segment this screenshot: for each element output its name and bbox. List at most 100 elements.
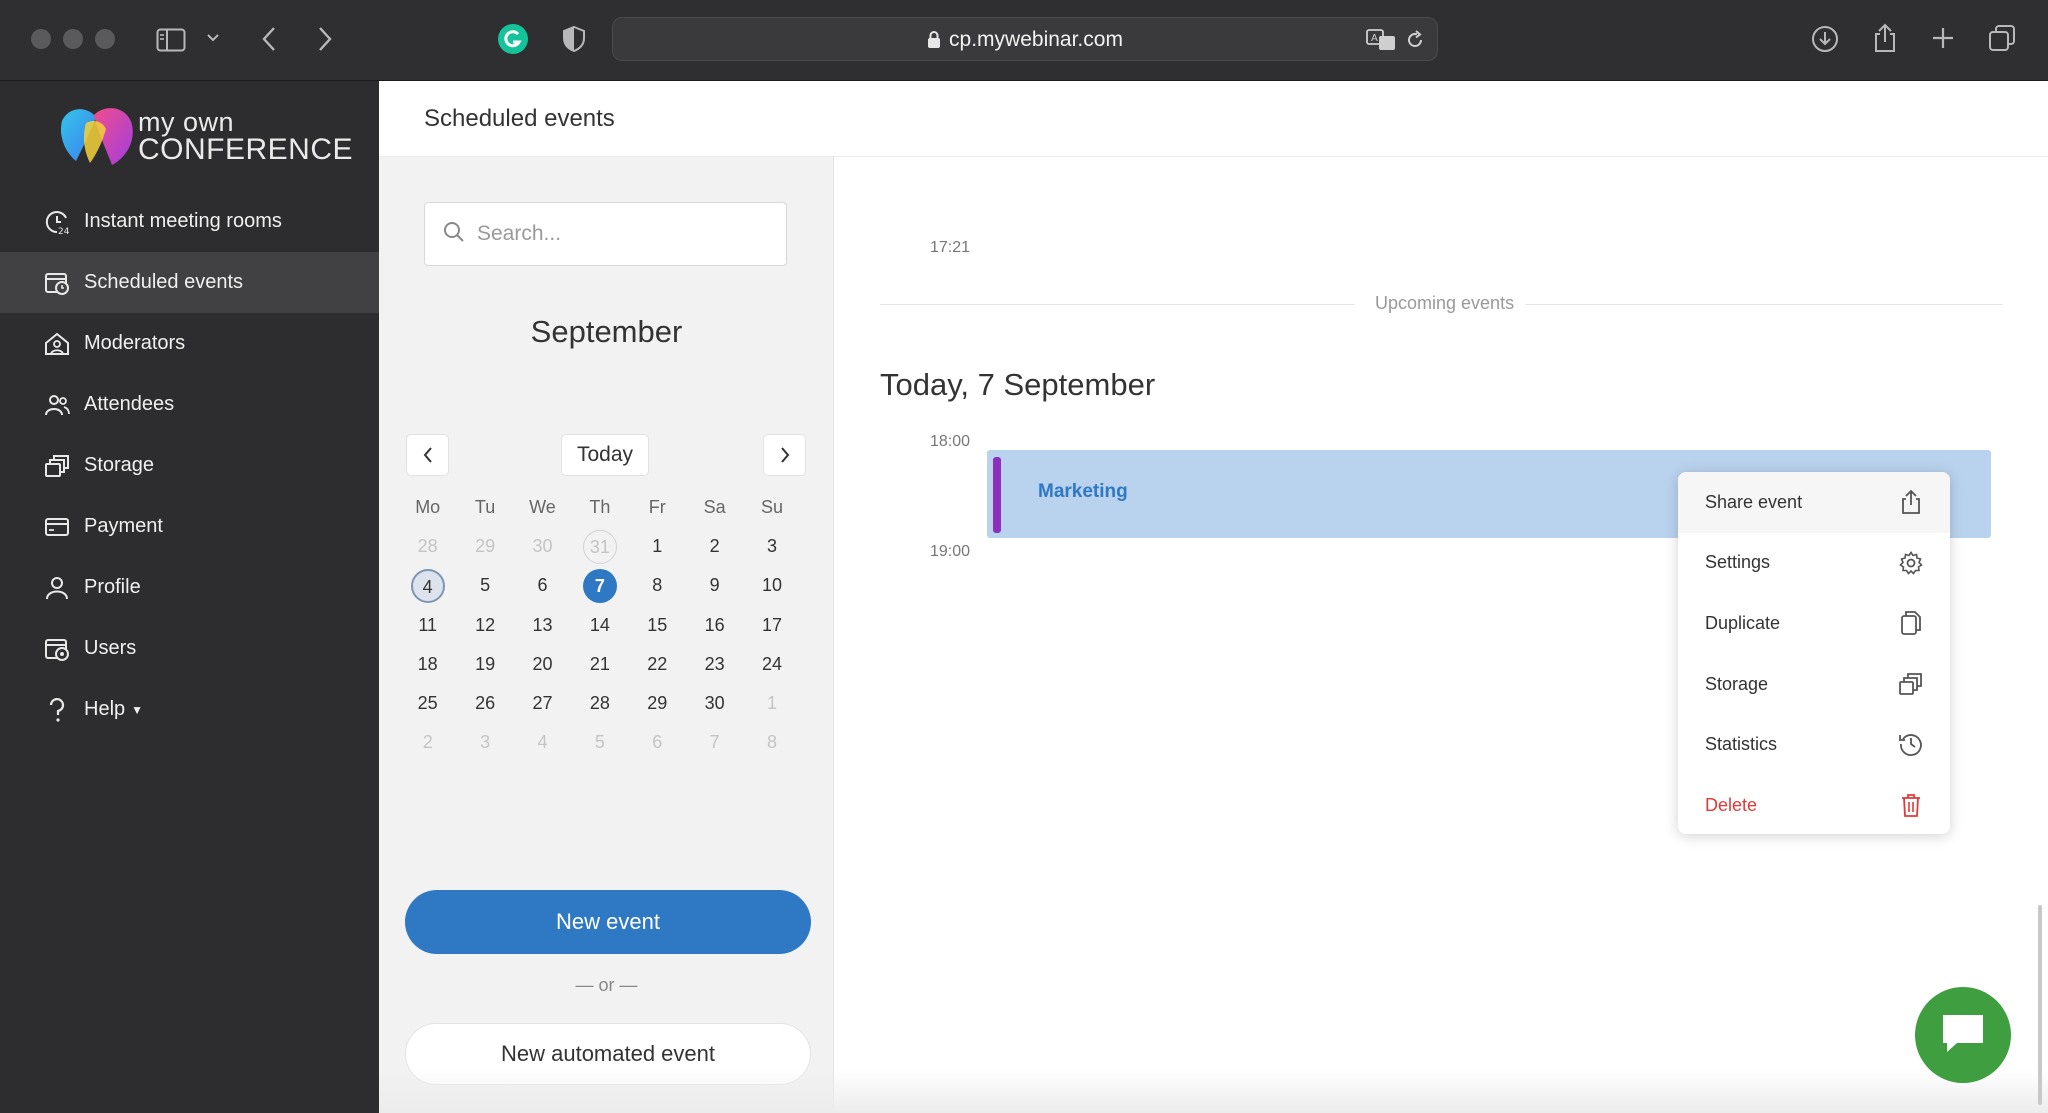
shield-icon[interactable] <box>561 24 587 54</box>
calendar-day[interactable]: 29 <box>629 687 686 719</box>
sidebar-toggle-icon[interactable] <box>155 24 187 56</box>
calendar-day[interactable]: 29 <box>456 530 513 562</box>
calendar-day[interactable]: 28 <box>571 687 628 719</box>
weekday-label: Sa <box>703 496 726 517</box>
calendar-day[interactable]: 27 <box>514 687 571 719</box>
or-separator: — or — <box>575 975 638 995</box>
calendar-day[interactable]: 3 <box>456 726 513 758</box>
calendar-day[interactable]: 1 <box>629 530 686 562</box>
time-label: 18:00 <box>930 433 971 450</box>
forward-icon[interactable] <box>314 24 336 54</box>
calendar-day[interactable]: 15 <box>629 609 686 641</box>
calendar-week: 28 29 30 31 1 2 3 <box>399 526 819 565</box>
sidebar-item-payment[interactable]: Payment <box>0 496 379 557</box>
sidebar-item-help[interactable]: Help ▼ <box>0 679 379 740</box>
calendar-day[interactable]: 24 <box>743 648 800 680</box>
menu-item-share-event[interactable]: Share event <box>1678 472 1950 533</box>
share-icon[interactable] <box>1870 22 1900 54</box>
calendar-day[interactable]: 18 <box>399 648 456 680</box>
sidebar-item-storage[interactable]: Storage <box>0 435 379 496</box>
calendar-day[interactable]: 6 <box>514 569 571 601</box>
translate-icon[interactable]: A <box>1365 28 1397 52</box>
calendar-day[interactable]: 4 <box>514 726 571 758</box>
weekday-header: Mo Tu We Th Fr Sa Su <box>399 487 819 526</box>
calendar-day[interactable]: 20 <box>514 648 571 680</box>
sidebar-item-label: Help <box>84 698 126 720</box>
calendar-day-today[interactable]: 7 <box>571 569 628 604</box>
calendar-day[interactable]: 8 <box>743 726 800 758</box>
calendar-day[interactable]: 12 <box>456 609 513 641</box>
tabs-overview-icon[interactable] <box>1987 23 2017 53</box>
sidebar-item-attendees[interactable]: Attendees <box>0 374 379 435</box>
back-icon[interactable] <box>258 24 280 54</box>
address-bar[interactable]: cp.mywebinar.com A <box>612 17 1438 61</box>
download-icon[interactable] <box>1810 24 1840 54</box>
zoom-window-dot[interactable] <box>95 29 115 49</box>
menu-item-delete[interactable]: Delete <box>1678 775 1950 836</box>
calendar-day[interactable]: 25 <box>399 687 456 719</box>
minimize-window-dot[interactable] <box>63 29 83 49</box>
new-tab-icon[interactable] <box>1929 24 1957 52</box>
sidebar-item-scheduled-events[interactable]: Scheduled events <box>0 252 379 313</box>
sidebar-item-label: Users <box>84 637 137 659</box>
calendar-day[interactable]: 13 <box>514 609 571 641</box>
menu-item-label: Statistics <box>1705 734 1778 755</box>
sidebar-item-instant-meeting-rooms[interactable]: 24 Instant meeting rooms <box>0 191 379 252</box>
chevron-down-icon[interactable] <box>205 30 221 46</box>
calendar-day[interactable]: 30 <box>514 530 571 562</box>
calendar-day[interactable]: 9 <box>686 569 743 601</box>
search-box[interactable] <box>424 202 787 266</box>
calendar-day[interactable]: 8 <box>629 569 686 601</box>
calendar-day[interactable]: 31 <box>571 529 628 564</box>
next-month-button[interactable] <box>763 434 806 476</box>
page-title: Scheduled events <box>424 105 615 132</box>
calendar-day[interactable]: 30 <box>686 687 743 719</box>
calendar-day[interactable]: 3 <box>743 530 800 562</box>
calendar-day[interactable]: 11 <box>399 609 456 641</box>
calendar-week: 25 26 27 28 29 30 1 <box>399 683 819 722</box>
weekday-label: We <box>529 496 556 517</box>
calendar-day-selected[interactable]: 4 <box>399 569 456 604</box>
brand-logo[interactable]: my own CONFERENCE <box>58 103 353 173</box>
calendar-day[interactable]: 14 <box>571 609 628 641</box>
weekday-label: Tu <box>474 496 496 517</box>
sidebar-item-profile[interactable]: Profile <box>0 557 379 618</box>
today-button[interactable]: Today <box>561 434 649 476</box>
calendar-day[interactable]: 5 <box>571 726 628 758</box>
sidebar-item-users[interactable]: Users <box>0 618 379 679</box>
calendar-day[interactable]: 1 <box>743 687 800 719</box>
scrollbar-thumb[interactable] <box>2038 905 2042 1105</box>
brand-mark-icon <box>58 103 136 169</box>
calendar-day[interactable]: 22 <box>629 648 686 680</box>
prev-month-button[interactable] <box>406 434 449 476</box>
menu-item-duplicate[interactable]: Duplicate <box>1678 593 1950 654</box>
calendar-day[interactable]: 17 <box>743 609 800 641</box>
search-input[interactable] <box>477 222 757 246</box>
calendar-day[interactable]: 16 <box>686 609 743 641</box>
close-window-dot[interactable] <box>31 29 51 49</box>
calendar-day[interactable]: 19 <box>456 648 513 680</box>
calendar-day[interactable]: 6 <box>629 726 686 758</box>
calendar-day[interactable]: 2 <box>686 530 743 562</box>
menu-item-label: Delete <box>1705 794 1758 815</box>
menu-item-settings[interactable]: Settings <box>1678 533 1950 594</box>
reload-icon[interactable] <box>1403 28 1427 52</box>
event-title[interactable]: Marketing <box>1038 481 1128 503</box>
calendar-day[interactable]: 5 <box>456 569 513 601</box>
calendar-day[interactable]: 26 <box>456 687 513 719</box>
weekday-label: Fr <box>648 496 666 517</box>
menu-item-storage[interactable]: Storage <box>1678 654 1950 715</box>
calendar-day[interactable]: 21 <box>571 648 628 680</box>
chat-button[interactable] <box>1915 987 2011 1083</box>
menu-item-statistics[interactable]: Statistics <box>1678 714 1950 775</box>
new-automated-event-button[interactable]: New automated event <box>405 1023 811 1085</box>
calendar-day[interactable]: 28 <box>399 530 456 562</box>
calendar-day[interactable]: 10 <box>743 569 800 601</box>
calendar-day[interactable]: 23 <box>686 648 743 680</box>
sidebar-item-moderators[interactable]: Moderators <box>0 313 379 374</box>
calendar-day[interactable]: 2 <box>399 726 456 758</box>
calendar-day[interactable]: 7 <box>686 726 743 758</box>
new-event-button[interactable]: New event <box>405 890 811 954</box>
svg-text:A: A <box>1371 33 1378 44</box>
grammarly-icon[interactable] <box>497 23 529 55</box>
